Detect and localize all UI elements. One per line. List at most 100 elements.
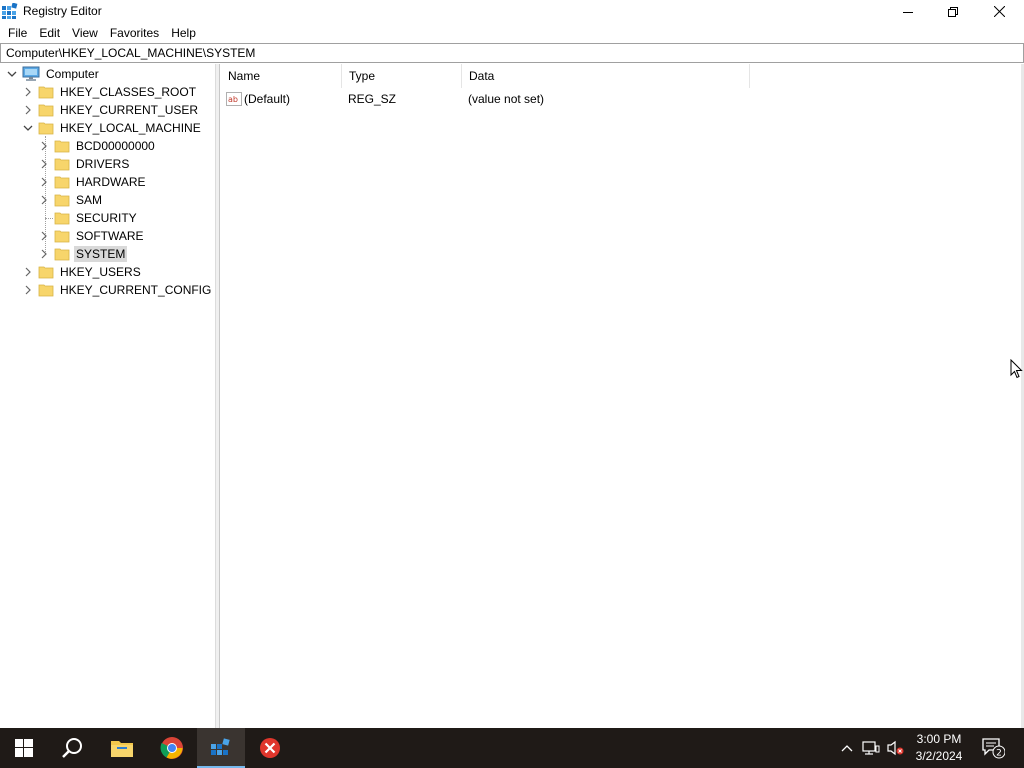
volume-muted-icon bbox=[887, 740, 904, 756]
tree-item-bcd00000000[interactable]: BCD00000000 bbox=[36, 137, 157, 155]
string-value-icon: ab bbox=[226, 91, 242, 111]
chevron-right-icon[interactable] bbox=[20, 83, 36, 101]
tree-item-hardware[interactable]: HARDWARE bbox=[36, 173, 148, 191]
start-button[interactable] bbox=[0, 728, 48, 768]
notification-count: 2 bbox=[996, 749, 1002, 759]
action-center-button[interactable]: 2 bbox=[978, 728, 1008, 768]
tree-item-hkey-local-machine[interactable]: HKEY_LOCAL_MACHINE bbox=[20, 119, 203, 137]
minimize-icon bbox=[903, 11, 913, 13]
folder-icon bbox=[38, 264, 54, 280]
chevron-right-icon[interactable] bbox=[20, 263, 36, 281]
menu-file[interactable]: File bbox=[2, 23, 33, 43]
menu-view[interactable]: View bbox=[66, 23, 104, 43]
minimize-button[interactable] bbox=[885, 0, 931, 23]
folder-icon bbox=[54, 174, 70, 190]
menu-bar: File Edit View Favorites Help bbox=[0, 23, 1024, 43]
registry-editor-icon bbox=[211, 738, 230, 755]
restore-button[interactable] bbox=[930, 0, 976, 23]
tree-item-sam[interactable]: SAM bbox=[36, 191, 104, 209]
taskbar-clock[interactable]: 3:00 PM 3/2/2024 bbox=[906, 731, 972, 765]
tree-item-label: HARDWARE bbox=[76, 175, 146, 189]
window-title: Registry Editor bbox=[23, 4, 102, 18]
tree-item-label: HKEY_USERS bbox=[60, 265, 141, 279]
chevron-right-icon[interactable] bbox=[36, 191, 52, 209]
column-header-name[interactable]: Name bbox=[221, 64, 342, 88]
chevron-right-icon[interactable] bbox=[36, 173, 52, 191]
folder-icon bbox=[38, 102, 54, 118]
value-name: (Default) bbox=[244, 92, 291, 106]
file-explorer-icon bbox=[111, 741, 133, 757]
taskbar-app-error[interactable] bbox=[246, 728, 294, 768]
taskbar-registry-editor[interactable] bbox=[197, 728, 245, 768]
tray-overflow-button[interactable] bbox=[836, 728, 858, 768]
restore-icon bbox=[948, 6, 958, 17]
close-icon bbox=[993, 6, 1005, 17]
column-header-data[interactable]: Data bbox=[462, 64, 750, 88]
value-type: REG_SZ bbox=[348, 92, 397, 106]
value-row[interactable]: ab (Default) REG_SZ (value not set) bbox=[221, 89, 781, 109]
tree-item-computer[interactable]: Computer bbox=[4, 65, 101, 83]
tree-item-software[interactable]: SOFTWARE bbox=[36, 227, 146, 245]
tree-item-security[interactable]: SECURITY bbox=[36, 209, 139, 227]
tree-item-label: BCD00000000 bbox=[76, 139, 155, 153]
computer-icon bbox=[22, 66, 40, 82]
folder-icon bbox=[38, 84, 54, 100]
chevron-right-icon[interactable] bbox=[20, 101, 36, 119]
menu-edit[interactable]: Edit bbox=[33, 23, 66, 43]
tree-item-hkey-current-user[interactable]: HKEY_CURRENT_USER bbox=[20, 101, 200, 119]
tree-item-label: DRIVERS bbox=[76, 157, 130, 171]
folder-icon bbox=[54, 138, 70, 154]
column-header-type[interactable]: Type bbox=[342, 64, 462, 88]
title-bar: Registry Editor bbox=[0, 0, 1024, 23]
volume-button[interactable] bbox=[884, 728, 906, 768]
chrome-icon bbox=[160, 737, 183, 759]
tree-item-label: SYSTEM bbox=[74, 246, 128, 262]
clock-date: 3/2/2024 bbox=[915, 749, 963, 763]
error-app-icon bbox=[260, 738, 280, 758]
address-bar[interactable]: Computer\HKEY_LOCAL_MACHINE\SYSTEM bbox=[0, 43, 1024, 63]
tree-item-label: HKEY_CURRENT_CONFIG bbox=[60, 283, 212, 297]
mouse-cursor-icon bbox=[1010, 358, 1023, 382]
menu-favorites[interactable]: Favorites bbox=[104, 23, 165, 43]
tree-item-hkey-current-config[interactable]: HKEY_CURRENT_CONFIG bbox=[20, 281, 213, 299]
tree-item-label: SECURITY bbox=[76, 211, 137, 225]
key-tree-pane[interactable]: Computer HKEY_CLASSES_ROOT HKEY_CURRENT_… bbox=[0, 64, 216, 728]
chevron-down-icon[interactable] bbox=[4, 65, 20, 83]
address-path: Computer\HKEY_LOCAL_MACHINE\SYSTEM bbox=[6, 46, 256, 60]
windows-logo-icon bbox=[15, 739, 33, 757]
tree-item-hkey-users[interactable]: HKEY_USERS bbox=[20, 263, 143, 281]
search-button[interactable] bbox=[48, 728, 96, 768]
folder-icon bbox=[54, 228, 70, 244]
chevron-right-icon[interactable] bbox=[20, 281, 36, 299]
tree-item-label: HKEY_CLASSES_ROOT bbox=[60, 85, 197, 99]
taskbar-chrome[interactable] bbox=[148, 728, 196, 768]
clock-time: 3:00 PM bbox=[916, 732, 962, 746]
taskbar: 3:00 PM 3/2/2024 2 bbox=[0, 728, 1024, 768]
chevron-right-icon[interactable] bbox=[36, 227, 52, 245]
folder-icon bbox=[54, 210, 70, 226]
taskbar-file-explorer[interactable] bbox=[98, 728, 146, 768]
chevron-right-icon[interactable] bbox=[36, 245, 52, 263]
menu-help[interactable]: Help bbox=[165, 23, 202, 43]
chevron-right-icon[interactable] bbox=[36, 137, 52, 155]
folder-icon bbox=[54, 192, 70, 208]
chevron-right-icon[interactable] bbox=[36, 155, 52, 173]
network-button[interactable] bbox=[860, 728, 882, 768]
tree-item-hkey-classes-root[interactable]: HKEY_CLASSES_ROOT bbox=[20, 83, 198, 101]
tree-item-label: SAM bbox=[76, 193, 103, 207]
folder-open-icon bbox=[38, 120, 54, 136]
folder-icon bbox=[38, 282, 54, 298]
tree-item-label: SOFTWARE bbox=[76, 229, 144, 243]
folder-icon bbox=[54, 156, 70, 172]
values-list-pane[interactable]: Name Type Data ab (Default) REG_SZ (valu… bbox=[221, 64, 1024, 728]
chevron-down-icon[interactable] bbox=[20, 119, 36, 137]
tree-item-system[interactable]: SYSTEM bbox=[36, 245, 128, 263]
close-button[interactable] bbox=[976, 0, 1022, 23]
pane-splitter[interactable] bbox=[216, 64, 220, 728]
tree-item-label: HKEY_LOCAL_MACHINE bbox=[60, 121, 201, 135]
notification-icon: 2 bbox=[982, 738, 1005, 759]
tree-item-label: Computer bbox=[46, 67, 99, 81]
folder-icon bbox=[54, 246, 70, 262]
tree-item-drivers[interactable]: DRIVERS bbox=[36, 155, 131, 173]
